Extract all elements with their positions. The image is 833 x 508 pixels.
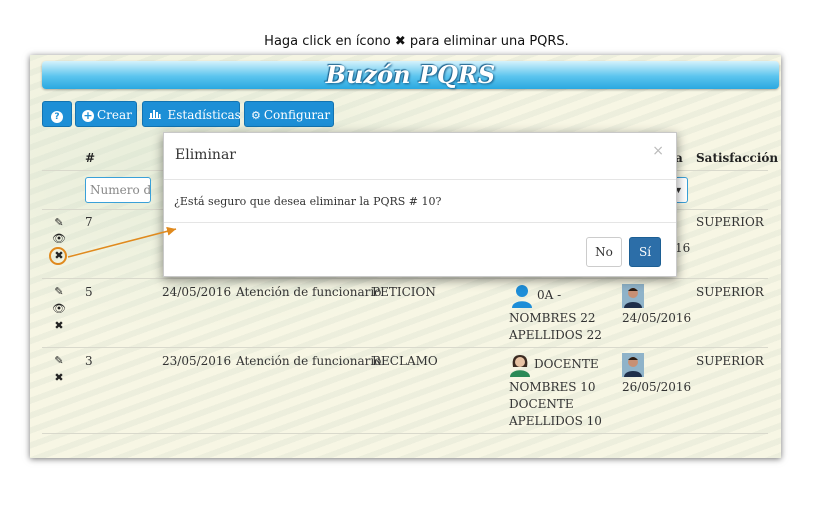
row3-satisfaccion: SUPERIOR xyxy=(696,354,764,368)
row2-clase: PETICION xyxy=(372,285,436,299)
modal-message: ¿Está seguro que desea eliminar la PQRS … xyxy=(174,195,442,208)
delete-x-icon: ✖ xyxy=(394,34,406,49)
delete-confirm-modal: Eliminar × ¿Está seguro que desea elimin… xyxy=(163,132,677,277)
delete-icon[interactable]: ✖ xyxy=(52,371,66,384)
view-eye-icon[interactable]: 👁 xyxy=(52,232,66,245)
edit-icon[interactable]: ✎ xyxy=(52,285,66,298)
user-silhouette-icon xyxy=(512,285,532,308)
configurar-button[interactable]: ⚙ Configurar xyxy=(244,101,334,127)
plus-circle-icon: + xyxy=(82,109,94,122)
crear-label: Crear xyxy=(97,108,132,122)
row-divider xyxy=(42,347,768,348)
edit-icon[interactable]: ✎ xyxy=(52,216,66,229)
man-avatar-photo xyxy=(622,284,644,308)
row3-clase: RECLAMO xyxy=(372,354,438,368)
si-button[interactable]: Sí xyxy=(629,237,661,267)
instruction-text: Haga click en ícono ✖ para eliminar una … xyxy=(264,34,569,49)
modal-footer-divider xyxy=(164,222,676,223)
row-divider xyxy=(42,433,768,434)
row1-date-partial: 16 xyxy=(675,241,691,255)
close-icon[interactable]: × xyxy=(652,143,664,159)
help-button[interactable]: ? xyxy=(42,101,72,127)
row2-tipo: Atención de funcionario xyxy=(236,285,382,299)
title-bar: Buzón PQRS xyxy=(42,61,779,89)
delete-icon[interactable]: ✖ xyxy=(52,319,66,332)
row2-usuario-line2: NOMBRES 22 xyxy=(509,311,596,325)
bar-chart-icon xyxy=(149,109,165,122)
row2-satisfaccion: SUPERIOR xyxy=(696,285,764,299)
view-eye-icon[interactable]: 👁 xyxy=(52,302,66,315)
column-header-number: # xyxy=(85,151,96,165)
row2-fecha: 24/05/2016 xyxy=(162,285,232,299)
column-header-satisfaccion: Satisfacción xyxy=(696,151,779,165)
modal-title: Eliminar xyxy=(175,147,236,163)
edit-icon[interactable]: ✎ xyxy=(52,354,66,367)
page-title: Buzón PQRS xyxy=(325,60,496,89)
row3-usuario-line3: DOCENTE xyxy=(509,397,574,411)
row3-fecha2: 26/05/2016 xyxy=(622,380,692,394)
crear-button[interactable]: + Crear xyxy=(75,101,137,127)
no-button[interactable]: No xyxy=(586,237,622,267)
man-avatar-photo xyxy=(622,353,644,377)
configurar-label: Configurar xyxy=(263,108,331,122)
row2-usuario-line3: APELLIDOS 22 xyxy=(509,328,602,342)
row3-usuario-line4: APELLIDOS 10 xyxy=(509,414,602,428)
row1-satisfaccion: SUPERIOR xyxy=(696,215,764,229)
row1-number: 7 xyxy=(85,215,93,229)
estadisticas-label: Estadísticas xyxy=(167,108,241,122)
gear-icon: ⚙ xyxy=(251,109,261,122)
woman-avatar-icon xyxy=(510,355,530,377)
row3-usuario-line2: NOMBRES 10 xyxy=(509,380,596,394)
number-filter-input[interactable]: Numero d xyxy=(85,177,151,203)
row3-fecha: 23/05/2016 xyxy=(162,354,232,368)
row-divider xyxy=(42,278,768,279)
question-icon: ? xyxy=(51,111,63,123)
row2-fecha2: 24/05/2016 xyxy=(622,311,692,325)
row3-tipo: Atención de funcionario xyxy=(236,354,382,368)
estadisticas-button[interactable]: Estadísticas xyxy=(142,101,241,127)
modal-header-divider xyxy=(164,179,676,180)
delete-icon-highlight xyxy=(49,247,67,265)
row2-usuario-line1: 0A - xyxy=(537,288,562,302)
row2-number: 5 xyxy=(85,285,93,299)
row3-usuario-line1: DOCENTE xyxy=(534,357,599,371)
row3-number: 3 xyxy=(85,354,93,368)
